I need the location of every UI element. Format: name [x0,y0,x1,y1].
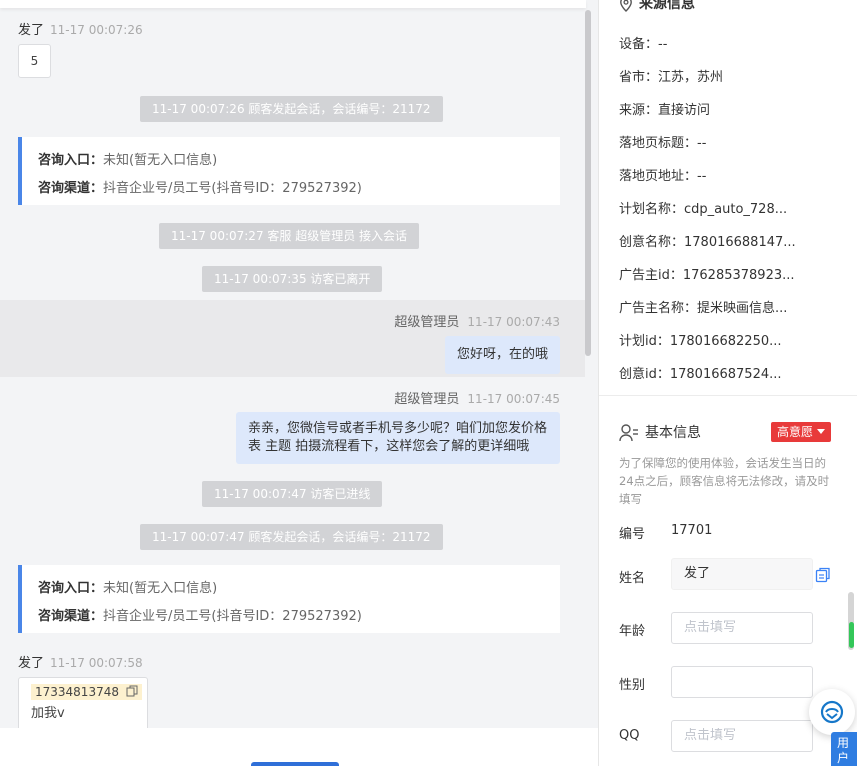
qq-label: QQ [619,728,640,743]
source-row-device: 设备：-- [619,37,668,52]
consult-channel-label: 咨询渠道： [38,609,104,624]
consult-channel-value: 抖音企业号/员工号(抖音号ID：279527392) [103,609,362,624]
id-value: 17701 [671,523,713,538]
age-field[interactable] [671,612,813,644]
edit-notice: 为了保障您的使用体验，会话发生当日的24点之后，顾客信息将无法修改，请及时填写 [619,456,830,506]
phone-number: 17334813748 [35,685,119,699]
message-text: 加我v [31,706,65,721]
source-row-creative-name: 创意名称：178016688147... [619,235,796,250]
info-scroll-thumb[interactable] [849,622,854,648]
consult-info-card: 咨询入口：未知(暂无入口信息) 咨询渠道：抖音企业号/员工号(抖音号ID：279… [18,137,560,205]
source-row-landing-url: 落地页地址：-- [619,169,707,184]
consult-channel-label: 咨询渠道： [38,181,104,196]
message-header: 超级管理员 11-17 00:07:45 [394,388,560,407]
message-time: 11-17 00:07:26 [50,23,143,37]
gender-label: 性别 [619,678,646,693]
source-row-creative-id: 创意id：178016687524... [619,367,782,382]
location-pin-icon [620,0,632,12]
chat-input-area [0,728,598,766]
source-row-advertiser-id: 广告主id：176285378923... [619,268,795,283]
agent-message-bubble: 亲亲，您微信号或者手机号多少呢？咱们加您发价格表 主题 拍摄流程看下，这样您会了… [236,412,560,464]
agent-message-bubble: 您好呀，在的哦 [444,336,560,374]
assistant-icon [820,700,844,724]
consult-channel-value: 抖音企业号/员工号(抖音号ID：279527392) [103,181,362,196]
source-row-plan-id: 计划id：178016682250... [619,334,782,349]
assistant-float-button[interactable] [809,689,855,735]
consult-entry-value: 未知(暂无入口信息) [103,581,218,596]
sender-name: 超级管理员 [394,315,460,330]
source-row-plan-name: 计划名称：cdp_auto_728... [619,202,788,217]
visitor-info-panel: 来源信息 设备：-- 省市：江苏，苏州 来源：直接访问 落地页标题：-- 落地页… [598,0,857,766]
chat-top-edge [0,0,586,8]
source-row-source: 来源：直接访问 [619,103,711,118]
source-row-city: 省市：江苏，苏州 [619,70,724,85]
visitor-message-bubble: 5 [18,44,51,78]
message-text: 亲亲，您微信号或者手机号多少呢？咱们加您发价格表 主题 拍摄流程看下，这样您会了… [248,421,548,454]
gender-select[interactable] [671,666,813,698]
section-divider [599,395,857,396]
message-time: 11-17 00:07:43 [467,315,560,329]
id-label: 编号 [619,527,646,542]
system-notice: 11-17 00:07:27 客服 超级管理员 接入会话 [159,223,420,249]
caret-down-icon [816,429,825,434]
consult-entry-value: 未知(暂无入口信息) [103,153,218,168]
message-text: 5 [30,54,39,68]
name-label: 姓名 [619,571,646,586]
chat-scrollbar[interactable] [585,10,591,356]
consult-entry-label: 咨询入口： [38,153,104,168]
message-header: 发了 11-17 00:07:26 [18,19,143,38]
copy-icon[interactable] [126,685,138,697]
qq-input[interactable] [684,728,812,743]
source-row-landing-title: 落地页标题：-- [619,136,707,151]
system-notice: 11-17 00:07:47 顾客发起会话，会话编号：21172 [140,524,443,550]
sender-name: 发了 [18,23,45,38]
phone-highlight[interactable]: 17334813748 [31,684,142,700]
message-header: 发了 11-17 00:07:58 [18,652,143,671]
message-text: 您好呀，在的哦 [456,347,548,362]
system-notice: 11-17 00:07:47 访客已进线 [202,481,383,507]
consult-info-card: 咨询入口：未知(暂无入口信息) 咨询渠道：抖音企业号/员工号(抖音号ID：279… [18,565,560,633]
source-row-advertiser-name: 广告主名称：提米映画信息... [619,301,788,316]
consult-entry-label: 咨询入口： [38,581,104,596]
message-time: 11-17 00:07:45 [467,392,560,406]
chat-panel: 发了 11-17 00:07:26 5 11-17 00:07:26 顾客发起会话… [0,0,598,766]
sender-name: 超级管理员 [394,392,460,407]
system-notice: 11-17 00:07:26 顾客发起会话，会话编号：21172 [140,96,443,122]
sender-name: 发了 [18,656,45,671]
message-time: 11-17 00:07:58 [50,656,143,670]
copy-icon[interactable] [815,567,831,583]
age-label: 年龄 [619,624,646,639]
message-header: 超级管理员 11-17 00:07:43 [394,311,560,330]
qq-field[interactable] [671,720,813,752]
user-feedback-tab[interactable]: 用户后 [831,732,857,766]
age-input[interactable] [684,620,812,635]
user-icon [619,424,638,442]
system-notice: 11-17 00:07:35 访客已离开 [202,266,383,292]
basic-info-title: 基本信息 [619,422,701,442]
source-info-title: 来源信息 [619,0,695,13]
intent-level-dropdown[interactable]: 高意愿 [771,422,831,442]
send-button[interactable] [251,762,339,766]
name-field[interactable]: 发了 [671,558,813,590]
